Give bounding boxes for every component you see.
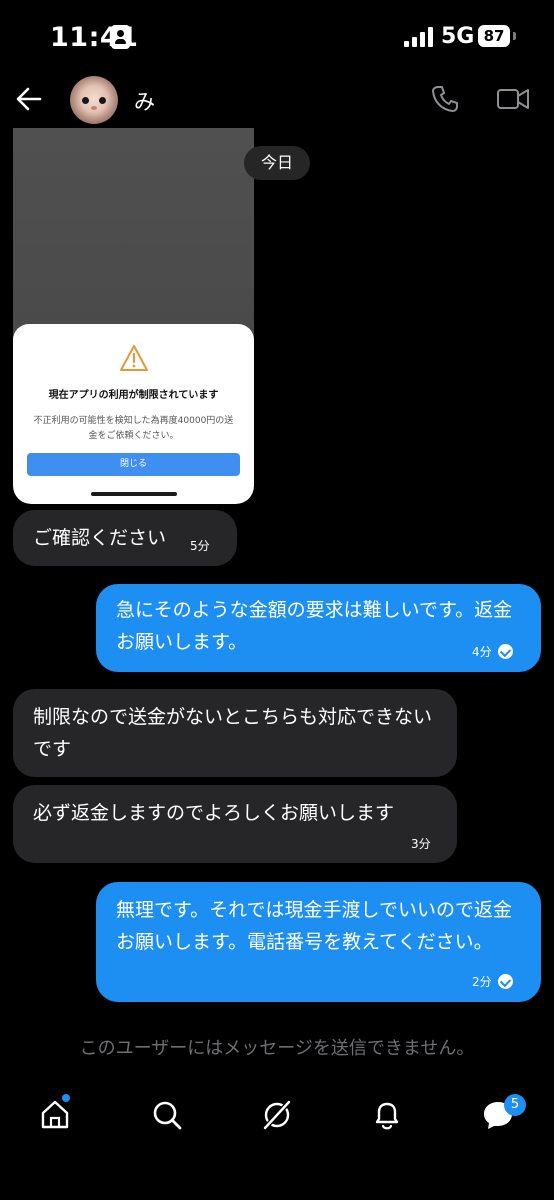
back-arrow-icon[interactable] [14,84,44,114]
date-separator: 今日 [244,146,310,180]
contact-name[interactable]: み [134,86,155,116]
contact-card-icon [111,25,130,49]
outgoing-message[interactable]: 無理です。それでは現金手渡しでいいので返金お願いします。電話番号を教えてください… [96,882,541,1002]
read-check-icon [497,644,513,659]
bottom-tab-bar [0,1092,554,1142]
screenshot-alert-dialog: 現在アプリの利用が制限されています 不正利用の可能性を検知した為再度40000円… [13,324,254,504]
image-message[interactable]: 現在アプリの利用が制限されています 不正利用の可能性を検知した為再度40000円… [13,128,254,504]
alert-close-button: 閉じる [27,453,240,476]
messages-badge: 5 [504,1094,526,1116]
home-notification-dot [62,1094,70,1102]
message-text: 急にそのような金額の要求は難しいです。返金お願いします。 [116,599,513,653]
message-text: 制限なので送金がないとこちらも対応できないです [33,706,433,760]
message-time: 4分 [472,644,513,659]
message-time: 3分 [411,837,431,851]
message-time: 5分 [190,539,210,553]
avatar[interactable] [70,76,118,124]
signal-icon [404,27,434,47]
alert-body: 不正利用の可能性を検知した為再度40000円の送金をご依頼ください。 [33,416,234,441]
network-label: 5G [441,24,475,49]
bell-icon[interactable] [370,1098,404,1132]
warning-icon [120,345,148,371]
alert-title: 現在アプリの利用が制限されています [48,390,219,401]
grok-icon[interactable] [260,1098,294,1132]
status-bar: 11:41 5G 87 [0,0,554,72]
incoming-message[interactable]: ご確認ください 5分 [13,510,237,566]
outgoing-message[interactable]: 急にそのような金額の要求は難しいです。返金お願いします。 4分 [96,584,541,672]
home-icon[interactable] [38,1098,72,1132]
home-indicator [91,492,177,496]
phone-icon[interactable] [430,84,460,114]
battery-icon: 87 [478,25,510,47]
incoming-message[interactable]: 制限なので送金がないとこちらも対応できないです [13,689,457,777]
read-check-icon [497,974,513,989]
chat-header: み [0,72,554,128]
message-text: 無理です。それでは現金手渡しでいいので返金お願いします。電話番号を教えてください… [116,899,512,953]
cannot-send-notice: このユーザーにはメッセージを送信できません。 [79,1038,475,1059]
message-text: ご確認ください [33,527,167,549]
video-camera-icon[interactable] [496,84,530,114]
message-text: 必ず返金しますのでよろしくお願いします [33,802,395,824]
incoming-message[interactable]: 必ず返金しますのでよろしくお願いします 3分 [13,785,457,863]
message-time: 2分 [472,974,513,989]
battery-tip [513,32,516,40]
search-icon[interactable] [150,1098,184,1132]
